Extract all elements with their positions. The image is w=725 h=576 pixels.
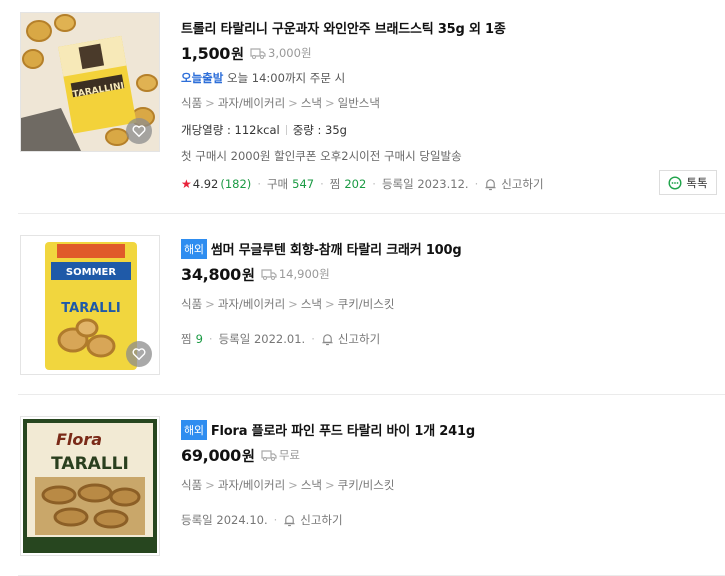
product-image-flora: Flora TARALLI bbox=[21, 417, 159, 555]
category-path: 식품 > 과자/베이커리 > 스낵 > 쿠키/비스킷 bbox=[181, 478, 395, 492]
today-ship-desc: 오늘 14:00까지 주문 시 bbox=[226, 71, 346, 85]
wish-label: 찜 bbox=[181, 332, 192, 346]
product-title[interactable]: 트롤리 타랄리니 구운과자 와인안주 브래드스틱 35g 외 1종 bbox=[181, 18, 506, 37]
chat-icon bbox=[668, 175, 682, 190]
shipping-fee-text: 14,900원 bbox=[278, 267, 330, 281]
category-2[interactable]: 과자/베이커리 bbox=[218, 96, 285, 110]
category-3[interactable]: 스낵 bbox=[301, 96, 322, 110]
price-unit: 원 bbox=[241, 268, 255, 284]
package-name-text: TARALLI bbox=[61, 301, 120, 316]
wish-heart-button[interactable] bbox=[126, 341, 152, 367]
category-3[interactable]: 스낵 bbox=[301, 478, 322, 492]
category-4[interactable]: 쿠키/비스킷 bbox=[338, 478, 395, 492]
shipping-fee: 14,900원 bbox=[261, 266, 330, 282]
heart-icon bbox=[132, 125, 146, 138]
product-item-2: SOMMER TARALLI 해외 썸머 무글루텐 회향-참깨 타랄리 크래커 1… bbox=[0, 214, 725, 394]
shipping-fee: 무료 bbox=[261, 447, 300, 463]
truck-icon bbox=[261, 450, 277, 461]
meta-row: ★ 4.92 (182) · 구매 547 · 찜 202 · 등록일 2023.1… bbox=[181, 176, 544, 192]
bell-icon bbox=[322, 333, 333, 345]
price-unit: 원 bbox=[231, 47, 245, 63]
product-thumbnail[interactable]: TARALLINI bbox=[20, 12, 160, 152]
talktalk-button[interactable]: 톡톡 bbox=[659, 170, 717, 195]
product-price: 69,000 bbox=[181, 446, 241, 465]
report-label: 신고하기 bbox=[337, 332, 381, 346]
report-button[interactable]: 신고하기 bbox=[321, 331, 380, 347]
spec-row: 개당열량 : 112kcal 중량 : 35g bbox=[181, 122, 347, 138]
purchase-label: 구매 bbox=[266, 177, 289, 191]
shipping-fee-text: 3,000원 bbox=[268, 46, 312, 60]
product-thumbnail[interactable]: Flora TARALLI bbox=[20, 416, 160, 556]
bell-icon bbox=[284, 514, 295, 526]
product-price: 34,800 bbox=[181, 265, 241, 284]
product-item-1: TARALLINI 트롤리 타랄리니 구운과자 와인안주 브래드스틱 35g 외… bbox=[0, 0, 725, 213]
purchase-count: 547 bbox=[292, 177, 315, 191]
category-3[interactable]: 스낵 bbox=[301, 297, 322, 311]
product-title-row: 해외 썸머 무글루텐 회향-참깨 타랄리 크래커 100g bbox=[181, 239, 462, 259]
overseas-badge: 해외 bbox=[181, 420, 207, 440]
product-thumbnail[interactable]: SOMMER TARALLI bbox=[20, 235, 160, 375]
talktalk-label: 톡톡 bbox=[686, 175, 708, 190]
shipping-fee-text: 무료 bbox=[278, 448, 301, 462]
wish-count: 202 bbox=[344, 177, 367, 191]
product-title-row: 해외 Flora 플로라 파인 푸드 타랄리 바이 1개 241g bbox=[181, 420, 475, 440]
package-brand-text: SOMMER bbox=[66, 267, 116, 278]
product-title[interactable]: Flora 플로라 파인 푸드 타랄리 바이 1개 241g bbox=[211, 424, 475, 439]
meta-row: 찜9 · 등록일 2022.01. · 신고하기 bbox=[181, 331, 381, 347]
report-button[interactable]: 신고하기 bbox=[283, 512, 343, 528]
report-label: 신고하기 bbox=[501, 177, 544, 191]
report-button[interactable]: 신고하기 bbox=[484, 176, 544, 192]
spec-kcal: 개당열량 : 112kcal bbox=[181, 123, 280, 137]
category-path: 식품 > 과자/베이커리 > 스낵 > 일반스낵 bbox=[181, 96, 380, 110]
star-icon: ★ bbox=[181, 177, 192, 191]
price-row: 69,000 원 무료 bbox=[181, 446, 300, 466]
review-count[interactable]: (182) bbox=[220, 177, 251, 191]
today-ship-label: 오늘출발 bbox=[181, 71, 224, 85]
price-unit: 원 bbox=[241, 449, 255, 465]
product-item-3: Flora TARALLI 해외 Flora 플로라 파인 푸드 타랄리 바이 1… bbox=[0, 395, 725, 576]
bell-icon bbox=[485, 178, 496, 190]
registered-date: 등록일 2024.10. bbox=[181, 513, 268, 527]
rating-score: 4.92 bbox=[192, 177, 219, 191]
heart-icon bbox=[132, 348, 146, 361]
category-1[interactable]: 식품 bbox=[181, 297, 202, 311]
category-1[interactable]: 식품 bbox=[181, 478, 202, 492]
category-4[interactable]: 일반스낵 bbox=[338, 96, 380, 110]
report-label: 신고하기 bbox=[300, 513, 343, 527]
category-2[interactable]: 과자/베이커리 bbox=[218, 297, 285, 311]
product-price: 1,500 bbox=[181, 44, 231, 63]
package-name-text: TARALLI bbox=[51, 454, 129, 474]
category-path: 식품 > 과자/베이커리 > 스낵 > 쿠키/비스킷 bbox=[181, 297, 395, 311]
meta-row: 등록일 2024.10. · 신고하기 bbox=[181, 512, 343, 528]
product-title[interactable]: 썸머 무글루텐 회향-참깨 타랄리 크래커 100g bbox=[211, 243, 462, 258]
wish-label: 찜 bbox=[329, 177, 341, 191]
package-brand-text: Flora bbox=[56, 430, 102, 449]
price-row: 34,800 원 14,900원 bbox=[181, 265, 330, 285]
delivery-row: 오늘출발 오늘 14:00까지 주문 시 bbox=[181, 70, 345, 86]
price-row: 1,500 원 3,000원 bbox=[181, 44, 312, 64]
wish-count: 9 bbox=[195, 332, 203, 346]
overseas-badge: 해외 bbox=[181, 239, 207, 259]
wish-heart-button[interactable] bbox=[126, 118, 152, 144]
category-2[interactable]: 과자/베이커리 bbox=[218, 478, 285, 492]
truck-icon bbox=[250, 48, 266, 59]
promo-text: 첫 구매시 2000원 할인쿠폰 오후2시이전 구매시 당일발송 bbox=[181, 149, 462, 163]
spec-weight: 중량 : 35g bbox=[292, 123, 347, 137]
category-4[interactable]: 쿠키/비스킷 bbox=[338, 297, 395, 311]
shipping-fee: 3,000원 bbox=[250, 45, 312, 61]
registered-date: 등록일 2023.12. bbox=[381, 177, 469, 191]
category-1[interactable]: 식품 bbox=[181, 96, 202, 110]
truck-icon bbox=[261, 269, 277, 280]
registered-date: 등록일 2022.01. bbox=[218, 332, 306, 346]
